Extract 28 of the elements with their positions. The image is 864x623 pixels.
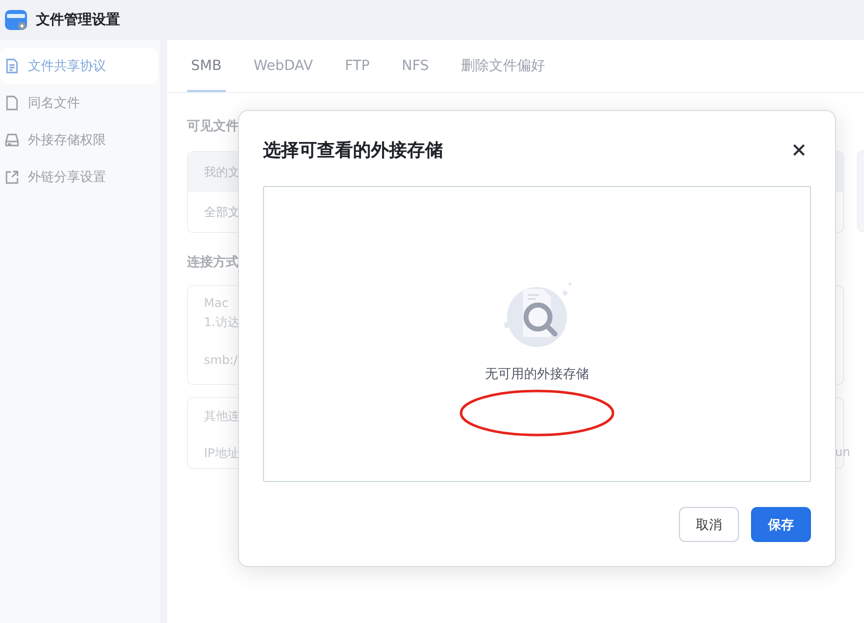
app-title: 文件管理设置 [36,11,120,29]
instruction-text: 1.访达 [204,314,240,331]
tab[interactable]: NFS [398,40,433,92]
document-icon [4,58,20,74]
section-heading: 连接方式 [187,254,240,272]
connection-text: un [835,445,850,459]
cancel-button[interactable]: 取消 [679,507,739,542]
close-icon [793,144,805,156]
tab[interactable]: 删除文件偏好 [456,40,549,92]
empty-state-text: 无可用的外接存储 [485,366,589,383]
instruction-text: smb:/ [204,353,239,367]
sidebar-item[interactable]: 同名文件 [0,85,158,121]
connection-text: IP地址 [204,445,240,462]
drive-icon [4,132,20,148]
folder-app-icon [5,9,27,31]
tab[interactable]: SMB [187,40,226,92]
tab[interactable]: WebDAV [250,40,317,92]
save-button[interactable]: 保存 [751,507,811,542]
tab[interactable]: FTP [340,40,374,92]
table-cell-text: 全部文 [203,204,241,220]
file-icon [4,95,20,111]
close-button[interactable] [791,142,807,158]
card-title: Mac [204,296,230,310]
sidebar-item[interactable]: 外接存储权限 [0,122,158,158]
sidebar-item[interactable]: 外链分享设置 [0,159,158,195]
share-icon [4,169,20,185]
section-heading: 可见文件 [187,118,240,136]
sidebar-item[interactable]: 文件共享协议 [0,48,158,84]
